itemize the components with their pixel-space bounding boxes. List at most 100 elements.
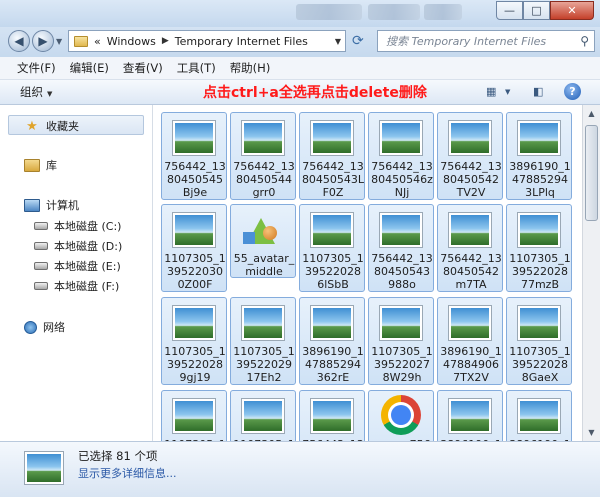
file-item[interactable]: 1107305_1 39522028 77mzB [506,204,572,292]
sidebar-item-drive-f[interactable]: 本地磁盘 (F:) [34,278,119,294]
file-item[interactable]: 1107305_1 39522029 17Eh2 [230,297,296,385]
star-icon: ★ [26,118,38,134]
help-icon[interactable]: ? [564,83,581,100]
scrollbar-thumb[interactable] [585,125,598,221]
file-item[interactable]: 756442_13 80450543 988o [368,204,434,292]
breadcrumb-separator-icon[interactable]: ▶ [162,36,169,46]
file-name: 1107305_1 39522028 77mzB [509,252,571,291]
image-thumbnail-icon [379,120,423,156]
blurred-title-text [296,4,362,20]
file-item[interactable]: 1107305_1 [230,390,296,441]
vertical-scrollbar[interactable]: ▲ ▼ [582,105,600,441]
show-more-details-link[interactable]: 显示更多详细信息... [78,465,177,481]
window-controls: — □ ✕ [496,1,594,20]
file-item[interactable]: 756442_13 [299,390,365,441]
image-thumbnail-icon [172,120,216,156]
minimize-button[interactable]: — [496,1,523,20]
breadcrumb-overflow[interactable]: « [94,35,101,48]
menu-help[interactable]: 帮助(H) [230,60,271,76]
sidebar-item-drive-e[interactable]: 本地磁盘 (E:) [34,258,121,274]
scroll-up-icon[interactable]: ▲ [583,105,600,122]
breadcrumb-windows[interactable]: Windows [107,35,156,48]
file-name: 756442_13 80450542 m7TA [440,252,502,291]
file-item[interactable]: 756442_13 80450543L F0Z [299,112,365,200]
address-row: ◀ ▶ ▼ « Windows ▶ Temporary Internet Fil… [0,27,600,57]
file-item[interactable]: 1107305_1 39522028 9gj19 [161,297,227,385]
close-button[interactable]: ✕ [550,1,594,20]
search-icon: ⚲ [580,34,589,48]
navigation-pane: ★ 收藏夹 库 计算机 本地磁盘 (C:) 本地磁盘 (D:) 本地磁盘 (E:… [0,105,153,441]
file-item[interactable]: 1107305_1 [161,390,227,441]
file-name: 1107305_1 39522029 17Eh2 [233,345,295,384]
file-item[interactable]: 3896190_1 47884906 7TX2V [437,297,503,385]
menu-edit[interactable]: 编辑(E) [70,60,109,76]
computer-icon [24,198,40,212]
refresh-icon[interactable]: ⟳ [352,33,364,49]
search-placeholder: 搜索 Temporary Internet Files [386,35,547,48]
search-input[interactable]: 搜索 Temporary Internet Files ⚲ [377,30,595,52]
menu-view[interactable]: 查看(V) [123,60,163,76]
sidebar-item-favorites[interactable]: ★ 收藏夹 [24,118,79,134]
file-name: 3896190_1 47885294 362rE [302,345,364,384]
maximize-button[interactable]: □ [523,1,550,20]
change-view-icon[interactable]: ▦ [486,84,496,99]
file-item[interactable]: 756442_13 80450546z NJj [368,112,434,200]
library-icon [24,158,40,172]
image-thumbnail-icon [517,212,561,248]
blurred-title-text [368,4,420,20]
forward-button[interactable]: ▶ [32,30,54,52]
image-thumbnail-icon [310,398,354,434]
file-item[interactable]: 3896190_1 [506,390,572,441]
image-thumbnail-icon [448,120,492,156]
file-item[interactable]: 1107305_1 39522027 8W29h [368,297,434,385]
instruction-annotation: 点击ctrl+a全选再点击delete删除 [203,85,427,101]
sidebar-item-drive-d[interactable]: 本地磁盘 (D:) [34,238,122,254]
image-thumbnail-icon [310,305,354,341]
recent-pages-dropdown-icon[interactable]: ▼ [56,37,62,46]
sidebar-item-label: 库 [46,159,57,172]
file-item[interactable]: 756442_13 80450542 m7TA [437,204,503,292]
sidebar-item-label: 本地磁盘 (F:) [54,280,120,293]
file-item[interactable]: 756442_13 80450544 grr0 [230,112,296,200]
hard-drive-icon [34,282,48,290]
view-options-dropdown-icon[interactable]: ▼ [505,84,510,99]
file-item[interactable]: 3896190_1 [437,390,503,441]
file-item[interactable]: 756442_13 80450542 TV2V [437,112,503,200]
scroll-down-icon[interactable]: ▼ [583,424,600,441]
organize-button[interactable]: 组织 ▼ [20,84,52,100]
folder-icon [74,35,88,47]
file-item[interactable]: 1107305_1 39522030 0Z00F [161,204,227,292]
sidebar-item-network[interactable]: 网络 [24,319,65,335]
sidebar-item-label: 本地磁盘 (C:) [54,220,122,233]
image-thumbnail-icon [379,212,423,248]
file-item[interactable]: 55_avatar_ middle [230,204,296,278]
breadcrumb-temporary-internet-files[interactable]: Temporary Internet Files [175,35,308,48]
image-thumbnail-icon [172,398,216,434]
hard-drive-icon [34,262,48,270]
file-name: 55_avatar_ middle [233,252,295,278]
file-name: 756442_13 80450545 Bj9e [164,160,226,199]
back-button[interactable]: ◀ [8,30,30,52]
image-thumbnail-icon [310,212,354,248]
menu-file[interactable]: 文件(F) [17,60,56,76]
file-item[interactable]: space-756 [368,390,434,441]
sidebar-item-libraries[interactable]: 库 [24,157,57,173]
file-item[interactable]: 1107305_1 39522028 8GaeX [506,297,572,385]
file-name: 1107305_1 39522028 9gj19 [164,345,226,384]
file-item[interactable]: 3896190_1 47885294 362rE [299,297,365,385]
sidebar-item-computer[interactable]: 计算机 [24,197,79,213]
sidebar-item-label: 本地磁盘 (D:) [54,240,123,253]
preview-pane-icon[interactable]: ◧ [533,84,543,99]
file-list: 756442_13 80450545 Bj9e 756442_13 8045054… [153,105,582,441]
menu-tools[interactable]: 工具(T) [177,60,216,76]
hard-drive-icon [34,222,48,230]
file-item[interactable]: 756442_13 80450545 Bj9e [161,112,227,200]
avatar-image-icon [241,212,285,248]
file-item[interactable]: 3896190_1 47885294 3LPlq [506,112,572,200]
image-thumbnail-icon [517,305,561,341]
address-bar[interactable]: « Windows ▶ Temporary Internet Files ▼ [68,30,346,52]
sidebar-item-drive-c[interactable]: 本地磁盘 (C:) [34,218,121,234]
file-item[interactable]: 1107305_1 39522028 6lSbB [299,204,365,292]
address-dropdown-icon[interactable]: ▼ [335,37,341,46]
details-pane: 已选择 81 个项 显示更多详细信息... [0,441,600,497]
